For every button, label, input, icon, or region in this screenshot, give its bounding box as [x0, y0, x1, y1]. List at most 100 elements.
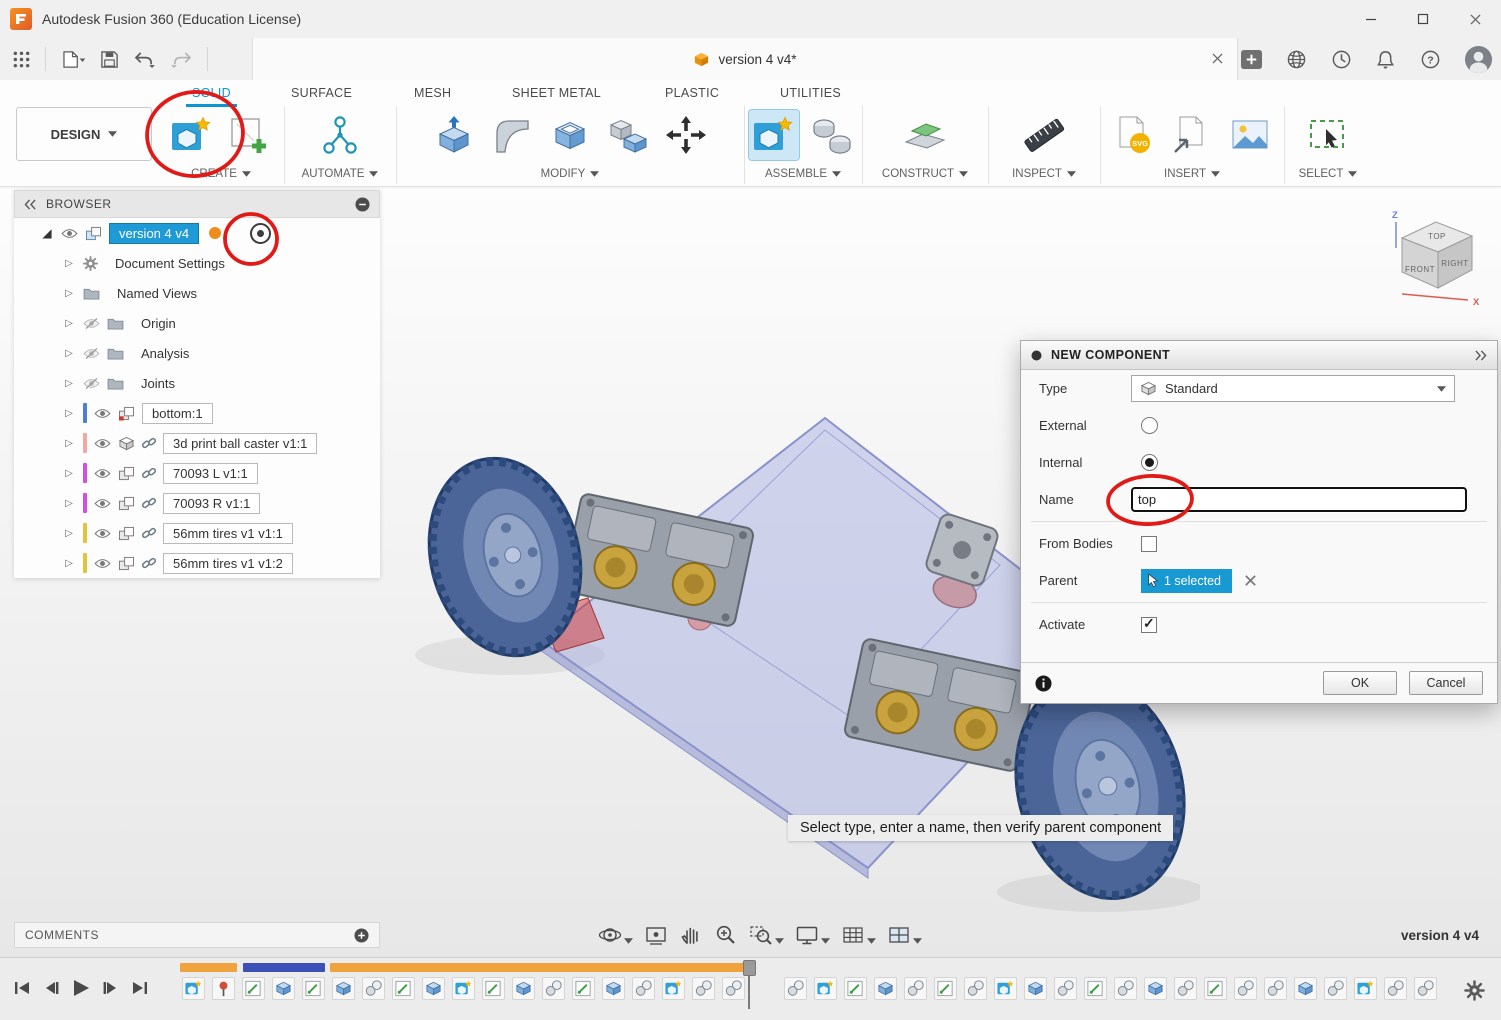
automate-tool-button[interactable]: [315, 110, 365, 160]
new-tab-icon[interactable]: [1240, 49, 1263, 70]
create-sketch-tool-button[interactable]: [225, 110, 275, 160]
eye-off-icon[interactable]: [83, 318, 100, 329]
pin-feature[interactable]: [212, 977, 235, 1000]
browser-item[interactable]: ▷ 70093 R v1:1: [14, 488, 380, 518]
eye-off-icon[interactable]: [83, 378, 100, 389]
internal-radio[interactable]: [1141, 454, 1158, 471]
minimize-button[interactable]: [1345, 0, 1397, 38]
browser-item[interactable]: ▷Named Views: [14, 278, 380, 308]
browser-item-label[interactable]: version 4 v4: [109, 223, 199, 244]
tab-solid[interactable]: SOLID: [186, 83, 237, 107]
combine-tool-button[interactable]: [603, 110, 653, 160]
expand-arrow-icon[interactable]: ▷: [62, 258, 76, 269]
close-tab-icon[interactable]: [1212, 53, 1223, 64]
web-icon[interactable]: [1286, 49, 1307, 70]
browser-item[interactable]: ▷3d print ball caster v1:1: [14, 428, 380, 458]
viewports-button[interactable]: [887, 924, 922, 946]
joint-feature[interactable]: [632, 977, 655, 1000]
browser-item[interactable]: ▷56mm tires v1 v1:1: [14, 518, 380, 548]
joint-feature[interactable]: [1114, 977, 1137, 1000]
ok-button[interactable]: OK: [1323, 671, 1397, 695]
skip-start-button[interactable]: [12, 979, 32, 997]
profile-avatar[interactable]: [1464, 45, 1493, 74]
modify-group-menu[interactable]: MODIFY: [541, 164, 600, 184]
eye-off-icon[interactable]: [83, 348, 100, 359]
browser-item-label[interactable]: Analysis: [131, 343, 199, 364]
cancel-button[interactable]: Cancel: [1409, 671, 1483, 695]
maximize-button[interactable]: [1397, 0, 1449, 38]
insert-group-menu[interactable]: INSERT: [1164, 164, 1220, 184]
joint-feature[interactable]: [1384, 977, 1407, 1000]
clear-selection-icon[interactable]: [1244, 574, 1257, 587]
eye-icon[interactable]: [94, 558, 111, 569]
undo-icon[interactable]: [133, 51, 156, 68]
play-button[interactable]: [70, 978, 92, 998]
sketch-feature[interactable]: [392, 977, 415, 1000]
zoom-button[interactable]: [714, 924, 738, 946]
sketch-feature[interactable]: [844, 977, 867, 1000]
browser-item-label[interactable]: 70093 R v1:1: [163, 493, 260, 514]
workspace-selector[interactable]: DESIGN: [16, 107, 152, 161]
activate-checkbox[interactable]: [1141, 617, 1157, 633]
expand-arrow-icon[interactable]: ▷: [62, 498, 76, 509]
canvas-tool-button[interactable]: [1225, 110, 1275, 160]
eye-icon[interactable]: [94, 438, 111, 449]
sketch-feature[interactable]: [482, 977, 505, 1000]
measure-tool-button[interactable]: [1019, 110, 1069, 160]
help-icon[interactable]: ?: [1420, 49, 1441, 70]
eye-icon[interactable]: [61, 228, 78, 239]
recent-icon[interactable]: [1331, 49, 1352, 70]
browser-item[interactable]: ▷70093 L v1:1: [14, 458, 380, 488]
component-feature[interactable]: [814, 977, 837, 1000]
timeline-group-range[interactable]: [330, 963, 748, 972]
step-back-button[interactable]: [41, 979, 61, 997]
select-group-menu[interactable]: SELECT: [1299, 164, 1358, 184]
component-feature[interactable]: [452, 977, 475, 1000]
extrude-feature[interactable]: [332, 977, 355, 1000]
redo-icon[interactable]: [170, 51, 193, 68]
joint-feature[interactable]: [1414, 977, 1437, 1000]
insert-derive-tool-button[interactable]: [1167, 110, 1217, 160]
joint-feature[interactable]: [964, 977, 987, 1000]
fit-button[interactable]: [749, 924, 784, 946]
eye-icon[interactable]: [94, 408, 111, 419]
pan-button[interactable]: [679, 924, 703, 946]
joint-feature[interactable]: [362, 977, 385, 1000]
comments-bar[interactable]: COMMENTS: [14, 922, 380, 948]
dialog-header[interactable]: NEW COMPONENT: [1021, 341, 1497, 370]
timeline-group-range[interactable]: [243, 963, 325, 972]
extrude-feature[interactable]: [874, 977, 897, 1000]
browser-item-label[interactable]: bottom:1: [142, 403, 213, 424]
extrude-feature[interactable]: [1144, 977, 1167, 1000]
joint-feature[interactable]: [1264, 977, 1287, 1000]
component-feature[interactable]: [1354, 977, 1377, 1000]
sketch-feature[interactable]: [302, 977, 325, 1000]
inspect-group-menu[interactable]: INSPECT: [1012, 164, 1076, 184]
automate-group-menu[interactable]: AUTOMATE: [302, 164, 379, 184]
expand-arrow-icon[interactable]: ▷: [62, 378, 76, 389]
sketch-feature[interactable]: [934, 977, 957, 1000]
joint-feature[interactable]: [1054, 977, 1077, 1000]
minimize-panel-icon[interactable]: [355, 197, 370, 212]
parent-selection-button[interactable]: 1 selected: [1141, 569, 1232, 593]
close-button[interactable]: [1449, 0, 1501, 38]
timeline-group-range[interactable]: [180, 963, 237, 972]
extrude-feature[interactable]: [602, 977, 625, 1000]
extrude-feature[interactable]: [272, 977, 295, 1000]
joint-feature[interactable]: [904, 977, 927, 1000]
extrude-feature[interactable]: [1294, 977, 1317, 1000]
tab-surface[interactable]: SURFACE: [285, 83, 358, 104]
new-component-tool-button[interactable]: [749, 110, 799, 160]
step-forward-button[interactable]: [101, 979, 121, 997]
extrude-feature[interactable]: [512, 977, 535, 1000]
joint-feature[interactable]: [1234, 977, 1257, 1000]
timeline-settings-icon[interactable]: [1464, 980, 1485, 1001]
browser-item-label[interactable]: 3d print ball caster v1:1: [163, 433, 317, 454]
skip-end-button[interactable]: [130, 979, 150, 997]
display-settings-button[interactable]: [795, 924, 830, 946]
select-tool-button[interactable]: [1303, 110, 1353, 160]
orbit-button[interactable]: [598, 924, 633, 946]
eye-icon[interactable]: [94, 528, 111, 539]
info-icon[interactable]: [1035, 675, 1052, 692]
assemble-group-menu[interactable]: ASSEMBLE: [765, 164, 841, 184]
